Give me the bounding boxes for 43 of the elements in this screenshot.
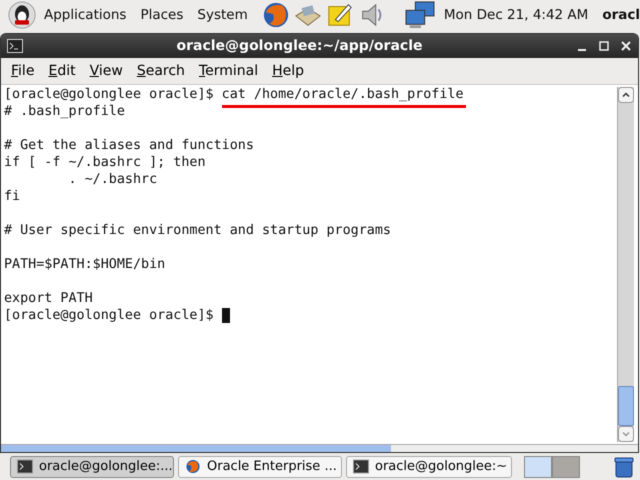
menu-item[interactable]: Search bbox=[136, 63, 185, 79]
terminal-line: # Get the aliases and functions bbox=[4, 137, 254, 154]
terminal-line: # .bash_profile bbox=[4, 103, 125, 120]
text-cursor bbox=[222, 308, 230, 323]
window-title: oracle@golonglee:~/app/oracle bbox=[175, 38, 424, 54]
terminal-line: if [ -f ~/.bashrc ]; then bbox=[4, 154, 206, 171]
taskbar-button[interactable]: oracle@golonglee:... bbox=[10, 456, 174, 478]
clock[interactable]: Mon Dec 21, 4:42 AM bbox=[444, 7, 588, 23]
terminal-line: fi bbox=[4, 188, 20, 205]
trash-icon[interactable] bbox=[614, 456, 634, 478]
menu-item[interactable]: Edit bbox=[48, 63, 76, 79]
scroll-thumb[interactable] bbox=[618, 386, 634, 426]
panel-menu[interactable]: Applications bbox=[44, 7, 126, 23]
workspace-button[interactable] bbox=[552, 456, 580, 478]
globe-browser-icon[interactable] bbox=[262, 1, 290, 29]
scroll-down-button[interactable] bbox=[618, 426, 634, 442]
maximize-button[interactable] bbox=[598, 40, 610, 52]
panel-menu[interactable]: Places bbox=[140, 7, 184, 23]
scroll-up-button[interactable] bbox=[618, 87, 634, 103]
terminal-line: [oracle@golonglee oracle]$ bbox=[4, 307, 215, 324]
terminal-icon bbox=[353, 459, 369, 474]
taskbar-button[interactable]: oracle@golonglee:~ bbox=[346, 456, 512, 478]
terminal-line: PATH=$PATH:$HOME/bin bbox=[4, 256, 166, 273]
scrollbar[interactable] bbox=[617, 87, 634, 442]
globe-browser-icon bbox=[185, 459, 201, 474]
terminal-line: . ~/.bashrc bbox=[67, 171, 158, 188]
network-computers-icon[interactable] bbox=[404, 1, 436, 29]
terminal-line: export PATH bbox=[4, 290, 93, 307]
taskbar-button[interactable]: Oracle Enterprise ... bbox=[178, 456, 342, 478]
user-name[interactable]: oracl bbox=[602, 7, 640, 23]
terminal-icon bbox=[7, 39, 23, 53]
menu-item[interactable]: File bbox=[11, 63, 34, 79]
terminal-icon bbox=[17, 459, 33, 474]
terminal-line: # User specific environment and startup programs bbox=[4, 222, 391, 239]
penguin-logo-icon[interactable] bbox=[6, 1, 38, 29]
workspace-button[interactable] bbox=[524, 456, 552, 478]
panel-menu[interactable]: System bbox=[197, 7, 248, 23]
menu-item[interactable]: Help bbox=[272, 63, 304, 79]
menu-item[interactable]: Terminal bbox=[198, 63, 258, 79]
menu-item[interactable]: View bbox=[90, 63, 123, 79]
terminal-line: [oracle@golonglee oracle]$ cat /home/oracle/.bash_profile bbox=[4, 86, 464, 103]
horizontal-scrollbar[interactable] bbox=[1, 444, 638, 452]
close-button[interactable] bbox=[620, 40, 632, 52]
